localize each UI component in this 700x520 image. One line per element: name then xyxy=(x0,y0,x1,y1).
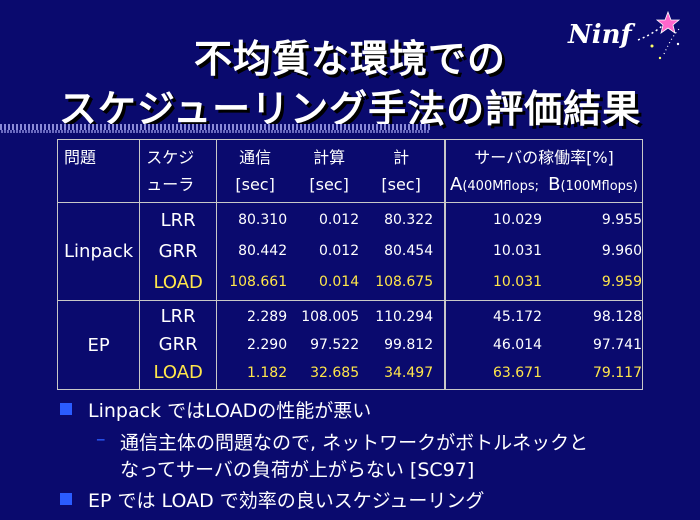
util-b-value: 9.955 xyxy=(601,212,642,228)
sub-bullet-1-line-1: 通信主体の問題なので, ネットワークがボトルネックと xyxy=(120,432,589,454)
sched-label: LOAD xyxy=(153,362,203,383)
bullet-2-text: EP では LOAD で効率の良いスケジューリング xyxy=(88,490,485,512)
header-compute: 計算 [sec] xyxy=(309,148,349,194)
table-row: EP LRR GRR LOAD 2.289 2.290 1.182 108.00… xyxy=(56,300,643,390)
dash-bullet-icon: – xyxy=(96,428,106,450)
util-cell: 10.029 10.031 10.031 9.955 9.960 9.959 xyxy=(444,202,643,301)
header-times: 通信 [sec] 計算 [sec] 計 [sec] xyxy=(216,139,447,203)
sparkle-star-icon xyxy=(637,10,681,60)
compute-value: 97.522 xyxy=(310,337,360,353)
compute-value: 0.014 xyxy=(319,274,360,290)
header-comm: 通信 [sec] xyxy=(235,148,275,194)
compute-value: 108.005 xyxy=(301,309,360,325)
bullet-1-text: Linpack ではLOADの性能が悪い xyxy=(88,400,372,422)
sub-bullet-1-line-2: なってサーバの負荷が上がらない [SC97] xyxy=(120,459,475,481)
util-b-value: 97.741 xyxy=(593,337,642,353)
sub-bullet-1: – 通信主体の問題なので, ネットワークがボトルネックと なってサーバの負荷が上… xyxy=(60,428,680,482)
util-a-value: 10.031 xyxy=(493,274,542,290)
util-cell: 45.172 46.014 63.671 98.128 97.741 79.11… xyxy=(444,300,643,390)
sched-label: GRR xyxy=(158,241,198,262)
util-b-value: 9.960 xyxy=(601,243,642,259)
header-total: 計 [sec] xyxy=(381,148,421,194)
total-value: 99.812 xyxy=(384,337,434,353)
sched-label: LRR xyxy=(160,210,196,231)
sched-label: LRR xyxy=(160,306,196,327)
bullet-1: Linpack ではLOADの性能が悪い xyxy=(60,396,680,422)
total-value: 80.454 xyxy=(384,243,434,259)
ninf-logo: Ninf xyxy=(568,6,688,66)
scheduler-cell: LRR GRR LOAD xyxy=(139,300,218,390)
table-header-row: 問題 スケジ ューラ 通信 [sec] 計算 [sec] 計 [sec] サーバ… xyxy=(56,139,643,203)
problem-linpack: Linpack xyxy=(56,202,141,301)
square-bullet-icon xyxy=(60,493,72,505)
table-row: Linpack LRR GRR LOAD 80.310 80.442 108.6… xyxy=(56,202,643,301)
comm-value: 1.182 xyxy=(247,365,288,381)
util-a-value: 10.029 xyxy=(493,212,542,228)
util-b-value: 79.117 xyxy=(593,365,642,381)
util-b-value: 98.128 xyxy=(593,309,642,325)
util-a-value: 45.172 xyxy=(493,309,542,325)
util-a-value: 63.671 xyxy=(493,365,542,381)
compute-value: 0.012 xyxy=(319,243,360,259)
times-cell: 2.289 2.290 1.182 108.005 97.522 32.685 … xyxy=(216,300,447,390)
comm-value: 80.310 xyxy=(238,212,288,228)
sched-label: LOAD xyxy=(153,272,203,293)
total-value: 108.675 xyxy=(375,274,434,290)
results-table: 問題 スケジ ューラ 通信 [sec] 計算 [sec] 計 [sec] サーバ… xyxy=(56,139,643,390)
total-value: 34.497 xyxy=(384,365,434,381)
util-a-value: 10.031 xyxy=(493,243,542,259)
total-value: 110.294 xyxy=(375,309,434,325)
square-bullet-icon xyxy=(60,403,72,415)
problem-ep: EP xyxy=(56,300,141,390)
header-problem: 問題 xyxy=(56,139,141,203)
comm-value: 2.289 xyxy=(247,309,288,325)
title-divider-shadow xyxy=(0,130,430,133)
bullet-2: EP では LOAD で効率の良いスケジューリング xyxy=(60,486,680,512)
scheduler-cell: LRR GRR LOAD xyxy=(139,202,218,301)
comm-value: 108.661 xyxy=(229,274,288,290)
compute-value: 32.685 xyxy=(310,365,360,381)
comm-value: 80.442 xyxy=(238,243,288,259)
header-scheduler: スケジ ューラ xyxy=(139,139,218,203)
sched-label: GRR xyxy=(158,334,198,355)
comm-value: 2.290 xyxy=(247,337,288,353)
util-a-value: 46.014 xyxy=(493,337,542,353)
times-cell: 80.310 80.442 108.661 0.012 0.012 0.014 … xyxy=(216,202,447,301)
util-b-value: 9.959 xyxy=(601,274,642,290)
total-value: 80.322 xyxy=(384,212,434,228)
header-utilization: サーバの稼働率[%] A(400Mflops; B(100Mflops) xyxy=(444,139,643,203)
compute-value: 0.012 xyxy=(319,212,360,228)
